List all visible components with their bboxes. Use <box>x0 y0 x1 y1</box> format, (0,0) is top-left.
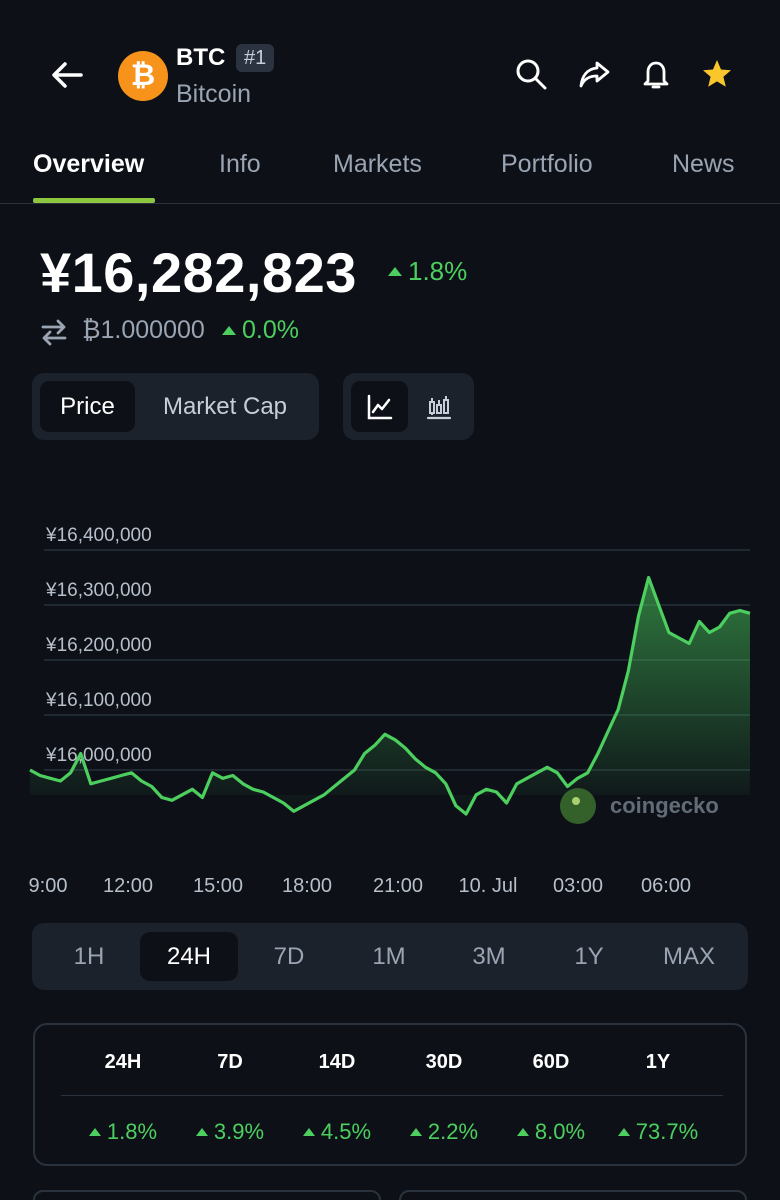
back-button[interactable] <box>44 52 90 98</box>
tab-bar: Overview Info Markets Portfolio News <box>0 140 780 204</box>
search-button[interactable] <box>511 54 551 94</box>
perf-value-text: 8.0% <box>534 1119 586 1144</box>
perf-value-30d: 2.2% <box>389 1119 499 1145</box>
up-arrow-icon <box>302 1128 315 1136</box>
range-1y-button[interactable]: 1Y <box>540 932 638 981</box>
perf-header-60d: 60D <box>532 1051 570 1073</box>
x-tick-label: 12:00 <box>103 875 153 897</box>
swap-icon[interactable] <box>40 318 68 346</box>
back-arrow-icon <box>52 62 83 88</box>
up-arrow-icon <box>195 1128 208 1136</box>
perf-value-text: 2.2% <box>427 1119 479 1144</box>
up-arrow-icon <box>222 326 236 335</box>
search-icon <box>516 59 547 90</box>
market-cap-toggle-button[interactable]: Market Cap <box>139 381 311 432</box>
perf-header-7d: 7D <box>217 1051 243 1073</box>
price-change-value: 1.8% <box>408 256 468 286</box>
tab-info[interactable]: Info <box>219 150 261 179</box>
current-price: ¥16,282,823 <box>40 241 357 304</box>
perf-value-14d: 4.5% <box>282 1119 392 1145</box>
tab-markets[interactable]: Markets <box>333 150 422 179</box>
perf-value-1y: 73.7% <box>603 1119 713 1145</box>
candlestick-chart-icon <box>426 395 451 419</box>
x-tick-label: 06:00 <box>641 875 691 897</box>
x-tick-label: 03:00 <box>553 875 603 897</box>
coin-symbol: BTC <box>176 44 226 71</box>
active-tab-indicator <box>33 198 155 203</box>
perf-value-7d: 3.9% <box>175 1119 285 1145</box>
gecko-eye-icon <box>572 797 580 805</box>
app-header: ₿ BTC #1 Bitcoin <box>0 0 780 140</box>
price-change: 1.8% <box>388 256 467 287</box>
perf-value-60d: 8.0% <box>496 1119 606 1145</box>
y-tick-label: ¥16,400,000 <box>45 525 152 546</box>
range-7d-button[interactable]: 7D <box>240 932 338 981</box>
share-button[interactable] <box>574 54 614 94</box>
x-tick-label: 15:00 <box>193 875 243 897</box>
tab-overview[interactable]: Overview <box>33 150 144 179</box>
perf-value-text: 3.9% <box>213 1119 265 1144</box>
btc-price-change: 0.0% <box>222 316 299 345</box>
watermark-text: coingecko <box>610 793 719 818</box>
line-chart-button[interactable] <box>351 381 408 432</box>
coin-name: Bitcoin <box>176 80 252 108</box>
btc-change-value: 0.0% <box>242 316 299 344</box>
perf-value-text: 73.7% <box>635 1119 699 1144</box>
price-marketcap-toggle: Price Market Cap <box>32 373 319 440</box>
tab-portfolio[interactable]: Portfolio <box>501 150 593 179</box>
range-1m-button[interactable]: 1M <box>340 932 438 981</box>
y-tick-label: ¥16,300,000 <box>45 580 152 601</box>
tab-news[interactable]: News <box>672 150 735 179</box>
perf-header-14d: 14D <box>318 1051 356 1073</box>
up-arrow-icon <box>617 1128 630 1136</box>
coingecko-watermark: coingecko <box>560 788 719 824</box>
bitcoin-logo-icon: ₿ <box>118 51 168 101</box>
candlestick-chart-button[interactable] <box>410 381 467 432</box>
gecko-logo-icon <box>560 788 596 824</box>
performance-table: 24H 7D 14D 30D 60D 1Y 1.8% 3.9% 4.5% 2.2… <box>33 1023 747 1166</box>
x-tick-label: 18:00 <box>282 875 332 897</box>
up-arrow-icon <box>409 1128 422 1136</box>
perf-header-1y: 1Y <box>645 1051 671 1073</box>
range-max-button[interactable]: MAX <box>640 932 738 981</box>
perf-value-text: 1.8% <box>106 1119 158 1144</box>
range-3m-button[interactable]: 3M <box>440 932 538 981</box>
bell-icon <box>643 61 669 89</box>
x-tick-label: 21:00 <box>373 875 423 897</box>
alert-button[interactable] <box>636 54 676 94</box>
stats-card-left <box>33 1190 381 1200</box>
star-icon <box>703 60 731 87</box>
perf-header-30d: 30D <box>425 1051 463 1073</box>
x-tick-label: 9:00 <box>29 875 68 897</box>
rank-badge: #1 <box>236 44 275 72</box>
y-tick-label: ¥16,200,000 <box>45 635 152 656</box>
up-arrow-icon <box>516 1128 529 1136</box>
perf-header-24h: 24H <box>104 1051 142 1073</box>
x-tick-label: 10. Jul <box>459 875 518 897</box>
btc-price: ₿1.000000 <box>82 316 205 344</box>
stats-card-right <box>399 1190 747 1200</box>
y-tick-label: ¥16,000,000 <box>45 745 152 766</box>
price-toggle-button[interactable]: Price <box>40 381 135 432</box>
range-1h-button[interactable]: 1H <box>40 932 138 981</box>
share-icon <box>579 61 610 88</box>
line-chart-icon <box>367 394 392 419</box>
perf-value-text: 4.5% <box>320 1119 372 1144</box>
range-24h-button[interactable]: 24H <box>140 932 238 981</box>
chart-type-toggle <box>343 373 474 440</box>
price-chart[interactable]: ¥16,400,000 ¥16,300,000 ¥16,200,000 ¥16,100… <box>0 520 780 910</box>
perf-value-24h: 1.8% <box>68 1119 178 1145</box>
up-arrow-icon <box>88 1128 101 1136</box>
favorite-button[interactable] <box>697 54 737 94</box>
y-tick-label: ¥16,100,000 <box>45 690 152 711</box>
up-arrow-icon <box>388 267 402 276</box>
time-range-selector: 1H 24H 7D 1M 3M 1Y MAX <box>32 923 748 990</box>
perf-divider <box>61 1095 723 1096</box>
